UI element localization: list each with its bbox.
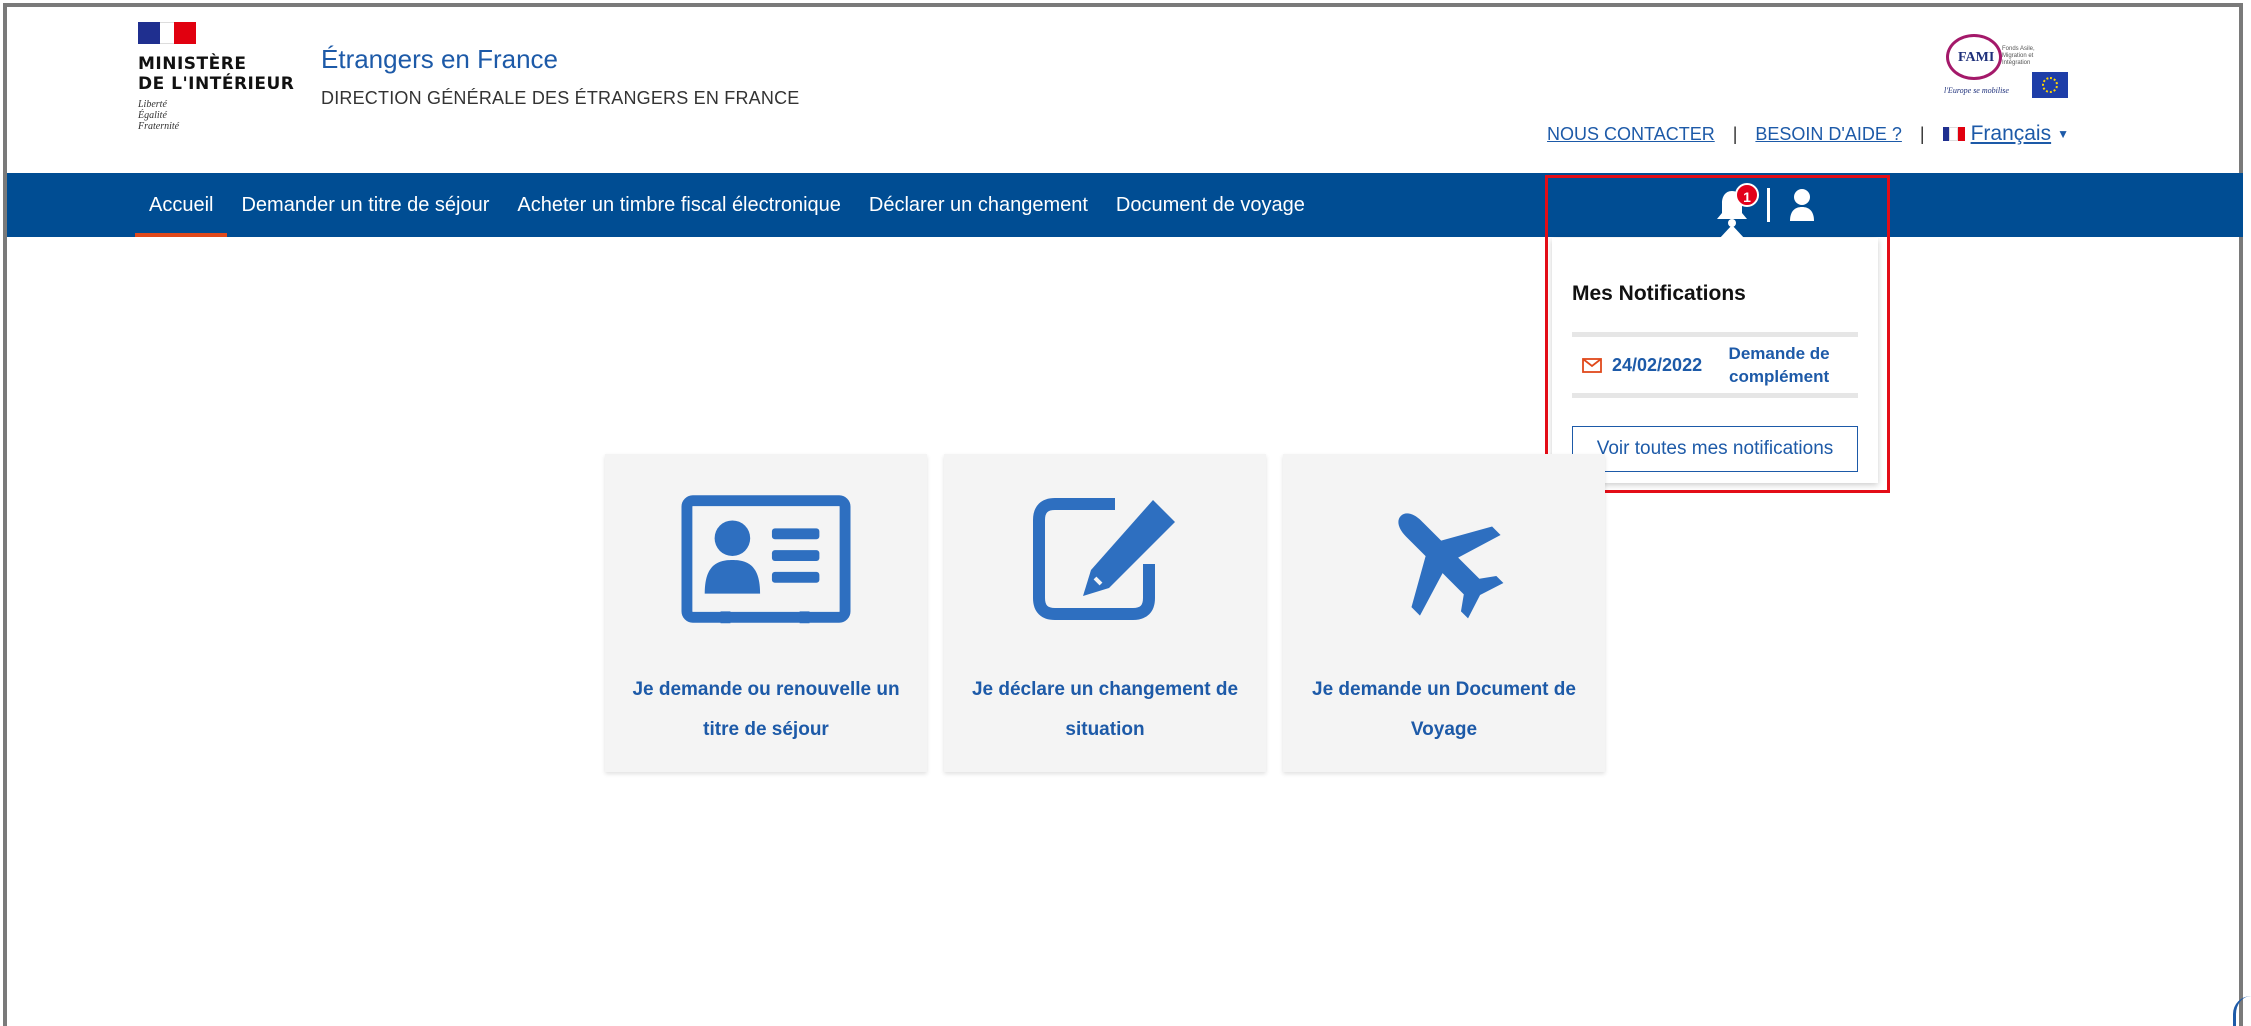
fami-name: FAMI xyxy=(1958,50,1995,65)
caret-down-icon: ▼ xyxy=(2057,127,2069,141)
nav-item-changement[interactable]: Déclarer un changement xyxy=(855,173,1102,237)
plane-icon xyxy=(1359,494,1529,624)
language-label: Français xyxy=(1970,122,2052,145)
edit-icon xyxy=(1020,494,1190,624)
eu-flag-icon xyxy=(2032,72,2068,98)
marianne-flag-icon xyxy=(138,22,196,44)
tile-label: Je déclare un changement de situation xyxy=(971,679,1239,740)
site-title[interactable]: Étrangers en France xyxy=(321,44,558,75)
language-selector[interactable]: Français ▼ xyxy=(1942,122,2069,146)
nav-item-document-voyage[interactable]: Document de voyage xyxy=(1102,173,1319,237)
link-separator: | xyxy=(1732,123,1738,144)
ministry-name: MINISTÈRE DE L'INTÉRIEUR xyxy=(138,54,295,94)
tile-document-voyage[interactable]: Je demande un Document de Voyage xyxy=(1283,454,1605,772)
id-card-icon xyxy=(681,494,851,624)
nav-item-timbre-fiscal[interactable]: Acheter un timbre fiscal électronique xyxy=(503,173,855,237)
top-links: NOUS CONTACTER | BESOIN D'AIDE ? | Franç… xyxy=(1547,122,2069,146)
fami-small-text: Fonds Asile, Migration et Intégration xyxy=(2002,46,2035,66)
tile-label: Je demande un Document de Voyage xyxy=(1312,679,1576,740)
french-flag-icon xyxy=(1942,127,1965,141)
nav-item-accueil[interactable]: Accueil xyxy=(135,173,228,237)
service-tiles: Je demande ou renouvelle un titre de séj… xyxy=(605,454,1605,772)
fami-tagline: l'Europe se mobilise xyxy=(1944,86,2009,95)
nav-item-titre-sejour[interactable]: Demander un titre de séjour xyxy=(227,173,503,237)
tile-label: Je demande ou renouvelle un titre de séj… xyxy=(632,679,900,740)
fami-logo: FAMI Fonds Asile, Migration et Intégrati… xyxy=(1942,32,2070,102)
highlight-box xyxy=(1545,175,1890,493)
link-separator: | xyxy=(1919,123,1925,144)
site-subtitle: DIRECTION GÉNÉRALE DES ÉTRANGERS EN FRAN… xyxy=(321,88,800,108)
nav-menu: Accueil Demander un titre de séjour Ache… xyxy=(135,173,1319,237)
ministry-logo[interactable]: MINISTÈRE DE L'INTÉRIEUR Liberté Égalité… xyxy=(138,22,294,132)
tile-titre-sejour[interactable]: Je demande ou renouvelle un titre de séj… xyxy=(605,454,927,772)
ministry-motto: Liberté Égalité Fraternité xyxy=(138,99,180,132)
main-navbar: Accueil Demander un titre de séjour Ache… xyxy=(7,173,2243,237)
help-link[interactable]: BESOIN D'AIDE ? xyxy=(1755,124,1901,145)
contact-link[interactable]: NOUS CONTACTER xyxy=(1547,124,1715,145)
tile-changement[interactable]: Je déclare un changement de situation xyxy=(944,454,1266,772)
